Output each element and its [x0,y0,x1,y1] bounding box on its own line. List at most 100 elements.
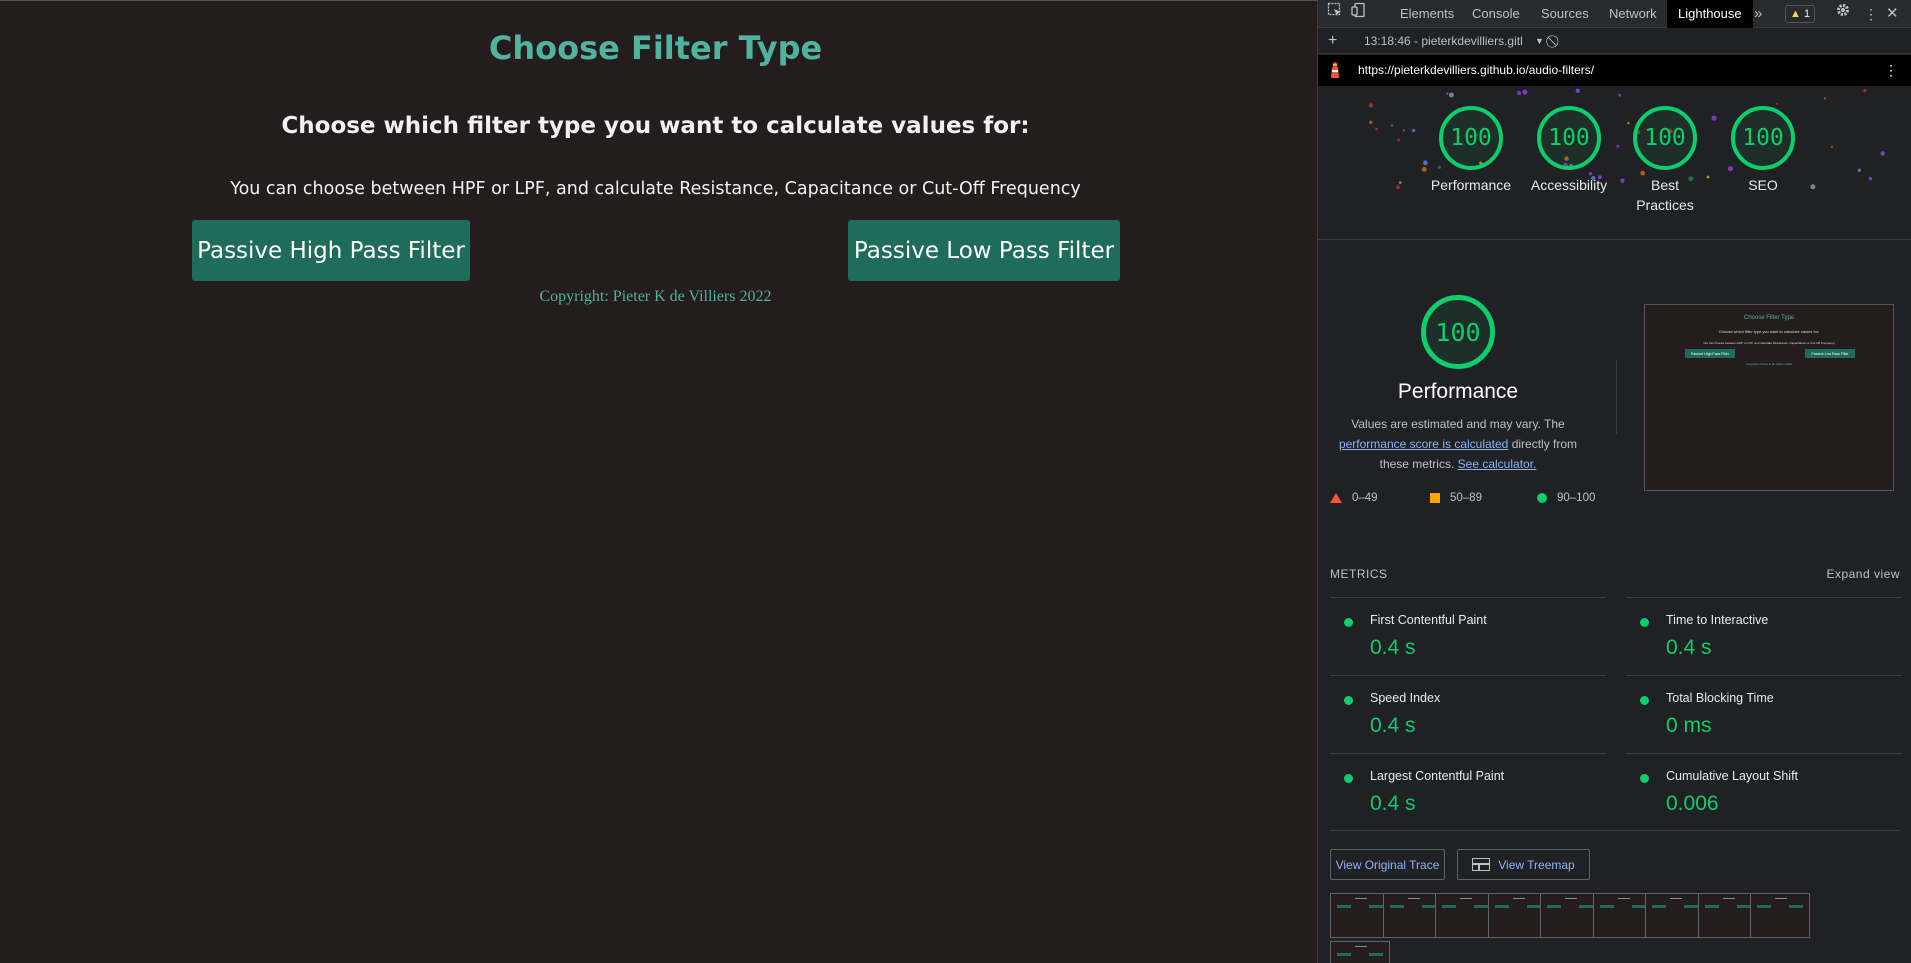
gauge-accessibility[interactable]: 100 Accessibility [1524,106,1614,195]
tab-lighthouse[interactable]: Lighthouse [1667,0,1753,28]
legend-fail: 0–49 [1330,492,1378,504]
confetti-dot [1396,185,1400,190]
metric-largest-contentful-paint: Largest Contentful Paint 0.4 s [1330,753,1606,831]
gauge-label: Accessibility [1530,177,1608,193]
metric-name: First Contentful Paint [1370,613,1487,627]
gauge-score: 100 [1439,106,1503,170]
confetti-dot [1517,91,1522,95]
gauge-best-practices[interactable]: 100 Best Practices [1625,106,1705,215]
thumb-subtitle: Choose which filter type you want to cal… [1718,329,1820,334]
devtools-panel: Elements Console Sources Network Lightho… [1317,0,1911,963]
metric-name: Largest Contentful Paint [1370,769,1505,783]
close-devtools-icon[interactable]: ✕ [1886,0,1899,28]
legend-range: 50–89 [1450,492,1482,504]
tab-elements[interactable]: Elements [1390,0,1464,28]
filmstrip-frame [1330,893,1390,938]
confetti-dot [1706,175,1710,179]
filmstrip-frame [1330,941,1390,963]
page-subtitle: Choose which filter type you want to cal… [281,113,1030,139]
metric-value: 0.006 [1666,792,1719,815]
tab-network[interactable]: Network [1599,0,1667,28]
page-title: Choose Filter Type [488,29,823,67]
filmstrip-frame [1645,893,1705,938]
confetti-dot [1810,184,1816,190]
thumb-title: Choose Filter Type [1743,315,1795,321]
confetti-dot [1390,124,1394,127]
gauge-label: SEO [1748,177,1778,193]
pass-circle-icon [1640,618,1649,627]
customize-menu-icon[interactable]: ⋮ [1864,0,1878,28]
legend-range: 90–100 [1557,492,1596,504]
device-toolbar-icon[interactable] [1351,0,1367,28]
legend-pass: 90–100 [1537,492,1595,504]
confetti-dot [1618,93,1622,97]
pass-circle-icon [1537,492,1547,503]
filmstrip-frame [1697,893,1758,938]
web-page: Choose Filter Type Choose which filter t… [0,0,1317,963]
view-treemap-label: View Treemap [1498,857,1575,872]
confetti-dot [1830,145,1833,148]
metric-first-contentful-paint: First Contentful Paint 0.4 s [1330,597,1606,675]
average-square-icon [1430,492,1440,503]
low-pass-filter-button[interactable]: Passive Low Pass Filter [848,220,1120,281]
report-menu-icon[interactable]: ⋮ [1884,55,1898,86]
metric-value: 0.4 s [1370,792,1416,815]
gauge-seo[interactable]: 100 SEO [1718,106,1808,195]
metric-name: Time to Interactive [1666,613,1769,627]
warning-icon: ▲ [1790,8,1801,20]
metric-name: Total Blocking Time [1666,691,1774,705]
metric-total-blocking-time: Total Blocking Time 0 ms [1626,675,1902,753]
metric-value: 0.4 s [1370,636,1416,659]
expand-view-toggle[interactable]: Expand view [1826,567,1900,581]
thumb-copyright: Copyright: Pieter K de Villiers 2022 [1745,362,1793,366]
gauge-score: 100 [1537,106,1601,170]
tab-sources[interactable]: Sources [1531,0,1599,28]
filmstrip-frame [1750,893,1810,938]
new-report-icon[interactable]: + [1328,28,1337,54]
confetti-dot [1412,128,1416,133]
metric-name: Cumulative Layout Shift [1666,769,1799,783]
high-pass-filter-button[interactable]: Passive High Pass Filter [192,220,470,281]
warnings-badge[interactable]: ▲ 1 [1785,5,1816,23]
dropdown-arrow-icon[interactable]: ▼ [1535,28,1544,54]
confetti-dot [1397,138,1400,142]
tab-console[interactable]: Console [1462,0,1530,28]
legend-average: 50–89 [1430,492,1482,504]
see-calculator-link[interactable]: See calculator. [1458,457,1537,471]
lighthouse-logo-icon [1331,62,1339,78]
final-screenshot-thumbnail[interactable]: Choose Filter Type Choose which filter t… [1644,304,1894,491]
performance-score-gauge: 100 [1421,295,1495,369]
report-url[interactable]: https://pieterkdevilliers.github.io/audi… [1358,55,1594,86]
metric-value: 0 ms [1666,714,1712,737]
legend-range: 0–49 [1352,492,1378,504]
view-original-trace-button[interactable]: View Original Trace [1330,849,1445,880]
performance-title: Performance [1397,380,1519,403]
metric-name: Speed Index [1370,691,1441,705]
metrics-title: METRICS [1330,567,1388,581]
more-tabs-icon[interactable]: » [1754,0,1762,28]
pass-circle-icon [1640,774,1649,783]
page-description: You can choose between HPF or LPF, and c… [230,179,1081,199]
metric-cumulative-layout-shift: Cumulative Layout Shift 0.006 [1626,753,1902,831]
confetti-dot [1863,89,1867,93]
confetti-dot [1857,168,1862,172]
inspect-element-icon[interactable] [1327,0,1343,28]
filmstrip-frame [1487,893,1548,938]
confetti-dot [1776,102,1778,105]
confetti-dot [1711,115,1717,121]
divider [1616,360,1617,434]
performance-score-link[interactable]: performance score is calculated [1339,437,1508,451]
settings-gear-icon[interactable] [1835,0,1851,28]
filmstrip-frame [1382,893,1443,938]
gauge-score: 100 [1633,106,1697,170]
gauge-label: Performance [1430,177,1512,193]
metric-time-to-interactive: Time to Interactive 0.4 s [1626,597,1902,675]
metrics-header: METRICS Expand view [1330,567,1900,581]
metric-value: 0.4 s [1370,714,1416,737]
pass-circle-icon [1640,696,1649,705]
gauge-performance[interactable]: 100 Performance [1426,106,1516,195]
metric-value: 0.4 s [1666,636,1712,659]
report-selector[interactable]: 13:18:46 - pieterkdevilliers.gitl [1364,28,1523,54]
view-treemap-button[interactable]: View Treemap [1457,849,1590,880]
thumb-lpf-button: Passive Low Pass Filter [1805,349,1855,358]
